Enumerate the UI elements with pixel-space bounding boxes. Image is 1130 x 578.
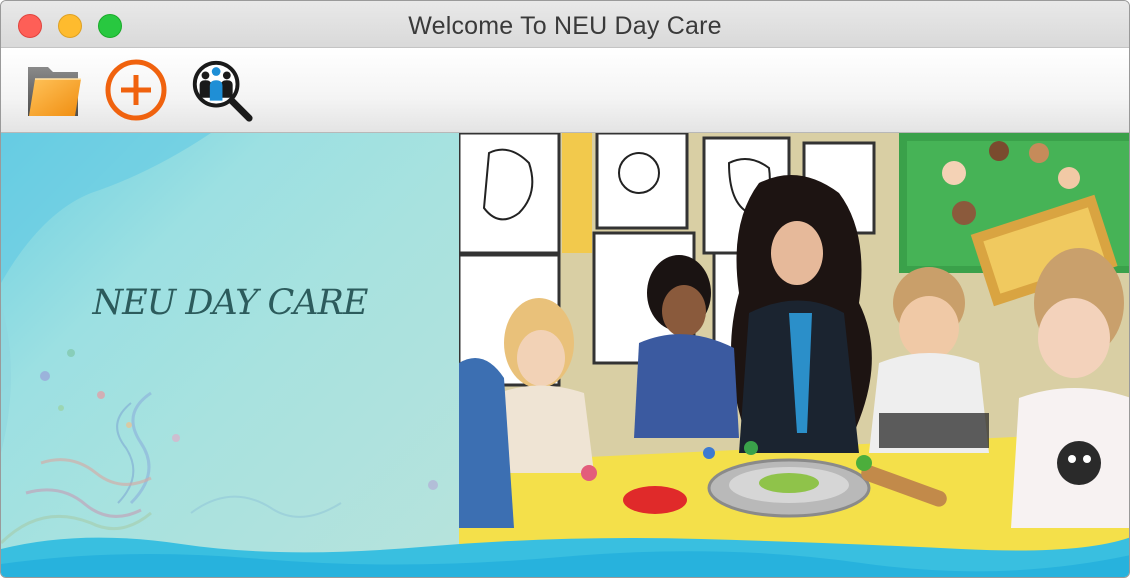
bottom-wave-decoration	[1, 537, 1129, 577]
folder-icon	[28, 67, 81, 116]
plus-circle-icon	[105, 59, 167, 121]
add-button[interactable]	[102, 56, 170, 124]
people-search-icon	[192, 60, 253, 122]
toolbar	[1, 48, 1129, 133]
open-button[interactable]	[21, 56, 89, 124]
confetti-decoration	[1, 133, 438, 545]
main-content: NEU DAY CARE	[1, 133, 1129, 577]
title-bar[interactable]: Welcome To NEU Day Care	[1, 1, 1129, 48]
brand-title: NEU DAY CARE	[92, 283, 369, 323]
brand-panel: NEU DAY CARE	[1, 133, 459, 577]
app-window: Welcome To NEU Day Care NEU DAY CARE	[0, 0, 1130, 578]
search-people-button[interactable]	[187, 56, 255, 124]
classroom-photo	[459, 133, 1129, 577]
window-title: Welcome To NEU Day Care	[408, 12, 722, 40]
classroom-illustration	[459, 133, 1129, 577]
